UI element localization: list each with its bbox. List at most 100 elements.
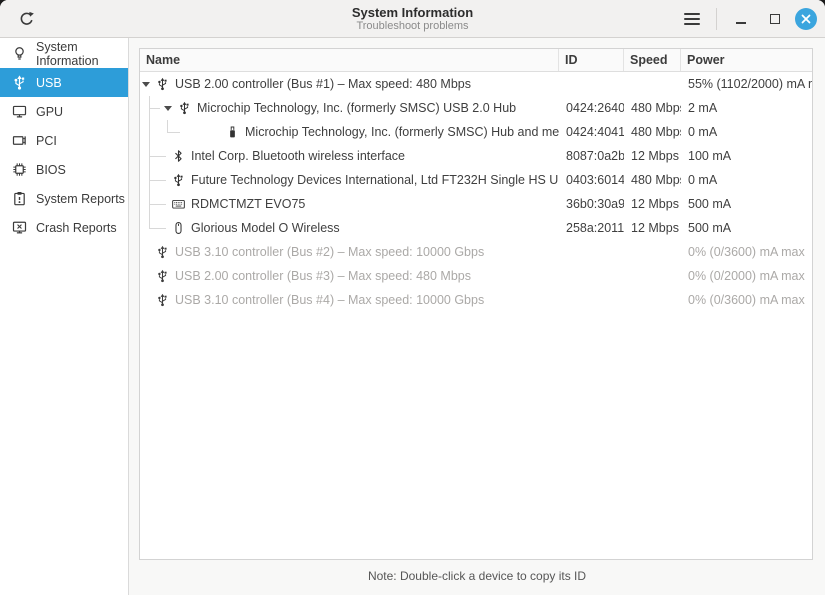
table-row[interactable]: Glorious Model O Wireless 258a:2011 12 M… [140,216,812,240]
device-id: 0424:2640 [559,96,624,120]
tree-guide [140,216,168,240]
device-id: 0403:6014 [559,168,624,192]
sidebar-item-gpu[interactable]: GPU [0,97,128,126]
device-name: Intel Corp. Bluetooth wireless interface [191,149,405,163]
column-header-id[interactable]: ID [559,49,624,71]
expander-icon[interactable] [162,106,174,111]
device-speed: 480 Mbps [624,96,681,120]
table-row[interactable]: USB 2.00 controller (Bus #1) – Max speed… [140,72,812,96]
device-speed: 480 Mbps [624,168,681,192]
close-icon [801,14,811,24]
device-id: 8087:0a2b [559,144,624,168]
sidebar-item-crash-reports[interactable]: Crash Reports [0,213,128,242]
device-power: 500 mA [681,192,812,216]
keyboard-icon [172,197,185,211]
tree-guide [140,120,158,144]
hamburger-icon [684,13,700,25]
device-name: Microchip Technology, Inc. (formerly SMS… [197,101,516,115]
menu-button[interactable] [678,5,706,33]
tree-guide [158,120,182,144]
device-name: USB 2.00 controller (Bus #1) – Max speed… [175,77,471,91]
device-power: 0% (0/3600) mA max [681,288,812,312]
monitor-crash-icon [12,220,27,235]
device-id: 258a:2011 [559,216,624,240]
close-button[interactable] [795,8,817,30]
device-id [559,288,624,312]
device-power: 0 mA [681,168,812,192]
chip-icon [12,162,27,177]
tree-guide [140,144,168,168]
device-speed [624,72,681,96]
device-name: USB 2.00 controller (Bus #3) – Max speed… [175,269,471,283]
footer-note: Note: Double-click a device to copy its … [129,560,825,583]
refresh-icon [18,11,35,28]
main-pane: Name ID Speed Power USB 2.00 controller … [129,38,825,595]
device-name: USB 3.10 controller (Bus #2) – Max speed… [175,245,484,259]
device-id: 0424:4041 [559,120,624,144]
device-speed: 480 Mbps [624,120,681,144]
device-power: 500 mA [681,216,812,240]
device-power: 100 mA [681,144,812,168]
column-header-name[interactable]: Name [140,49,559,71]
window-subtitle: Troubleshoot problems [356,20,468,33]
device-speed: 12 Mbps [624,192,681,216]
device-name: Microchip Technology, Inc. (formerly SMS… [245,125,559,139]
flash-drive-icon [226,125,239,139]
sidebar-item-label: BIOS [36,163,66,177]
sidebar-item-system-reports[interactable]: System Reports [0,184,128,213]
sidebar-item-label: USB [36,76,62,90]
sidebar-item-system-information[interactable]: System Information [0,39,128,68]
device-power: 2 mA [681,96,812,120]
device-id [559,72,624,96]
device-power: 0% (0/3600) mA max [681,240,812,264]
device-table: Name ID Speed Power USB 2.00 controller … [139,48,813,560]
sidebar: System Information USB GPU PCI BIOS Syst… [0,38,129,595]
usb-icon [156,293,169,307]
table-row[interactable]: USB 3.10 controller (Bus #2) – Max speed… [140,240,812,264]
column-header-power[interactable]: Power [681,49,812,71]
table-row[interactable]: Microchip Technology, Inc. (formerly SMS… [140,96,812,120]
table-row[interactable]: Future Technology Devices International,… [140,168,812,192]
sidebar-item-usb[interactable]: USB [0,68,128,97]
device-speed: 12 Mbps [624,216,681,240]
bluetooth-icon [172,149,185,163]
minimize-button[interactable] [727,5,755,33]
column-header-speed[interactable]: Speed [624,49,681,71]
app-window: System Information Troubleshoot problems… [0,0,825,595]
usb-icon [156,77,169,91]
tree-guide [140,168,168,192]
usb-icon [156,269,169,283]
device-speed [624,264,681,288]
device-name: Future Technology Devices International,… [191,173,559,187]
device-id [559,264,624,288]
expander-icon[interactable] [140,82,152,87]
table-row[interactable]: Microchip Technology, Inc. (formerly SMS… [140,120,812,144]
device-name: Glorious Model O Wireless [191,221,340,235]
device-power: 0% (0/2000) mA max [681,264,812,288]
window-title: System Information [352,5,473,20]
tree-guide [140,96,162,120]
device-name: RDMCTMZT EVO75 [191,197,305,211]
usb-icon [178,101,191,115]
table-row[interactable]: USB 3.10 controller (Bus #4) – Max speed… [140,288,812,312]
table-row[interactable]: Intel Corp. Bluetooth wireless interface… [140,144,812,168]
usb-icon [172,173,185,187]
sidebar-item-label: GPU [36,105,63,119]
table-row[interactable]: RDMCTMZT EVO75 36b0:30a9 12 Mbps 500 mA [140,192,812,216]
pci-card-icon [12,133,27,148]
maximize-button[interactable] [761,5,789,33]
refresh-button[interactable] [12,5,40,33]
sidebar-item-label: System Reports [36,192,125,206]
device-id: 36b0:30a9 [559,192,624,216]
device-speed [624,288,681,312]
lightbulb-icon [12,46,27,61]
sidebar-item-pci[interactable]: PCI [0,126,128,155]
device-name: USB 3.10 controller (Bus #4) – Max speed… [175,293,484,307]
usb-icon [156,245,169,259]
tree-guide [140,192,168,216]
titlebar: System Information Troubleshoot problems [0,0,825,38]
table-row[interactable]: USB 2.00 controller (Bus #3) – Max speed… [140,264,812,288]
table-body: USB 2.00 controller (Bus #1) – Max speed… [140,72,812,559]
minimize-icon [736,22,746,24]
sidebar-item-bios[interactable]: BIOS [0,155,128,184]
